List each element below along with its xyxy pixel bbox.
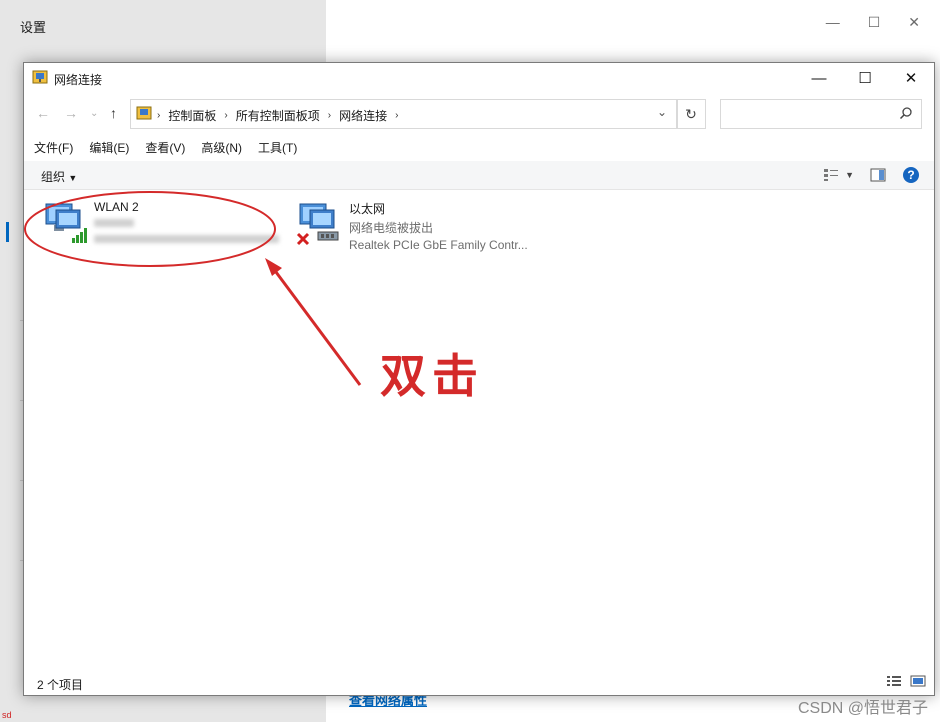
settings-title: 设置 xyxy=(20,20,47,35)
breadcrumb-item[interactable]: 网络连接 xyxy=(339,107,387,124)
breadcrumb-item[interactable]: 控制面板 xyxy=(168,107,216,124)
corner-mark: sd xyxy=(2,710,12,720)
large-icons-layout-icon[interactable] xyxy=(910,675,926,687)
breadcrumb-item[interactable]: 所有控制面板项 xyxy=(236,107,320,124)
connection-status: 网络电缆被拔出 xyxy=(349,221,434,235)
ethernet-adapter-icon xyxy=(296,203,339,246)
dropdown-triangle-icon: ▼ xyxy=(68,173,78,183)
menu-advanced[interactable]: 高级(N) xyxy=(201,139,242,159)
back-arrow-icon[interactable]: ← xyxy=(36,105,50,121)
menu-edit[interactable]: 编辑(E) xyxy=(89,139,129,159)
connection-name: WLAN 2 xyxy=(94,200,139,214)
view-dropdown-icon: ▼ xyxy=(845,170,854,180)
maximize-icon[interactable]: ☐ xyxy=(868,14,881,31)
address-bar[interactable]: › 控制面板 › 所有控制面板项 › 网络连接 › ⌄ xyxy=(130,99,678,129)
search-icon xyxy=(899,107,912,120)
window-title: 网络连接 xyxy=(54,73,103,87)
connection-adapter: Realtek PCIe GbE Family Contr... xyxy=(349,238,528,252)
breadcrumb: › 控制面板 › 所有控制面板项 › 网络连接 › xyxy=(157,107,398,124)
menu-tools[interactable]: 工具(T) xyxy=(258,139,297,159)
connections-list: WLAN 2 以太网 网络电缆被拔出 Realtek PCIe GbE Fami… xyxy=(24,190,934,665)
status-bar: 2 个项目 xyxy=(24,669,934,695)
control-panel-icon xyxy=(136,106,152,120)
chevron-right-icon: › xyxy=(395,110,399,121)
minimize-button[interactable]: — xyxy=(796,63,842,93)
up-arrow-icon[interactable]: ↑ xyxy=(110,105,117,121)
details-view-icon xyxy=(824,169,839,181)
command-bar: 组织 ▼ ▼ ? xyxy=(24,161,934,190)
csdn-watermark: CSDN @悟世君子 xyxy=(797,700,928,717)
chevron-right-icon: › xyxy=(327,110,332,121)
help-icon[interactable]: ? xyxy=(902,166,920,184)
menu-view[interactable]: 查看(V) xyxy=(145,139,185,159)
recent-dropdown-icon[interactable]: ⌄ xyxy=(90,108,98,119)
wireless-adapter-icon xyxy=(45,203,87,243)
item-count: 2 个项目 xyxy=(37,678,84,692)
forward-arrow-icon[interactable]: → xyxy=(64,105,78,121)
chevron-right-icon: › xyxy=(157,110,161,121)
minimize-icon[interactable]: — xyxy=(826,14,840,31)
network-folder-icon xyxy=(32,70,48,84)
svg-text:?: ? xyxy=(907,168,914,182)
navigation-bar: ← → ⌄ ↑ › 控制面板 › 所有控制面板项 › 网络连接 › ⌄ ↻ xyxy=(24,98,934,130)
close-button[interactable]: ✕ xyxy=(888,63,934,93)
settings-window-controls: — ☐ ✕ xyxy=(826,14,920,31)
close-icon[interactable]: ✕ xyxy=(908,14,920,31)
blurred-network-name xyxy=(94,219,134,227)
connection-status xyxy=(94,216,294,230)
title-bar: 网络连接 — ☐ ✕ xyxy=(24,63,934,93)
details-layout-icon[interactable] xyxy=(886,675,902,687)
address-dropdown-icon[interactable]: ⌄ xyxy=(657,105,667,119)
layout-toggle xyxy=(886,675,926,687)
refresh-button[interactable]: ↻ xyxy=(676,99,706,129)
view-controls: ▼ ? xyxy=(823,166,920,184)
maximize-button[interactable]: ☐ xyxy=(842,63,888,93)
annotation-label: 双击 xyxy=(380,349,484,403)
settings-selection-accent xyxy=(6,222,9,242)
connection-name: 以太网 xyxy=(349,202,386,216)
connection-adapter xyxy=(94,232,294,246)
refresh-icon: ↻ xyxy=(685,105,697,122)
search-input[interactable] xyxy=(720,99,922,129)
menu-file[interactable]: 文件(F) xyxy=(34,139,73,159)
organize-button[interactable]: 组织 ▼ xyxy=(41,168,77,185)
window-controls: — ☐ ✕ xyxy=(796,63,934,93)
preview-pane-icon[interactable] xyxy=(870,168,886,182)
blurred-adapter-name xyxy=(94,235,279,243)
menu-bar: 文件(F) 编辑(E) 查看(V) 高级(N) 工具(T) xyxy=(24,139,297,159)
chevron-right-icon: › xyxy=(224,110,228,121)
change-view-button[interactable]: ▼ xyxy=(823,168,854,182)
